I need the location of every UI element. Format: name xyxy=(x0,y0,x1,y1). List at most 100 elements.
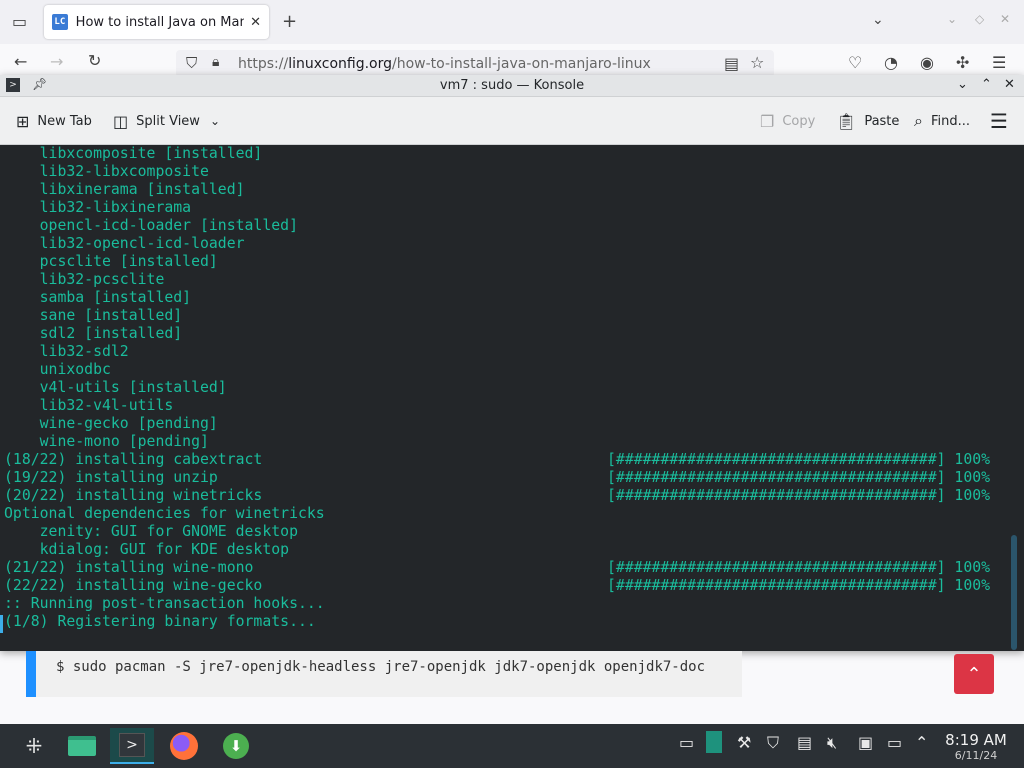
reload-icon[interactable]: ↻ xyxy=(88,51,101,70)
konsole-toolbar: ⊞ New Tab ◫ Split View ⌄ ❐ Copy 📋︎ Paste… xyxy=(0,97,1024,145)
list-all-tabs-icon[interactable]: ⌄ xyxy=(872,12,884,28)
app-launcher-icon[interactable]: ⁜ xyxy=(12,728,56,764)
terminal-line-text: (19/22) installing unzip xyxy=(4,469,218,486)
terminal-line-text: lib32-sdl2 xyxy=(4,343,129,360)
terminal-line: (21/22) installing wine-mono [###########… xyxy=(4,559,1010,577)
close-icon[interactable]: ✕ xyxy=(1004,77,1015,92)
reader-view-icon[interactable]: ▤ xyxy=(724,54,739,73)
url-text[interactable]: https://linuxconfig.org/how-to-install-j… xyxy=(238,56,651,72)
tab-list-icon[interactable]: ▭ xyxy=(12,12,27,31)
search-icon: ⌕ xyxy=(914,111,923,130)
terminal-line-text: Optional dependencies for winetricks xyxy=(4,505,325,522)
terminal-line: (22/22) installing wine-gecko [##########… xyxy=(4,577,1010,595)
close-tab-icon[interactable]: ✕ xyxy=(250,15,261,30)
file-manager-icon[interactable] xyxy=(60,728,104,764)
clipboard-icon[interactable]: ▤ xyxy=(797,733,812,752)
terminal-line-text: lib32-opencl-icd-loader xyxy=(4,235,245,252)
terminal-line-text: lib32-libxinerama xyxy=(4,199,192,216)
new-tab-icon[interactable]: + xyxy=(282,11,297,32)
terminal-line: unixodbc xyxy=(4,361,1010,379)
terminal-line: libxcomposite [installed] xyxy=(4,145,1010,163)
terminal-line-text: samba [installed] xyxy=(4,289,192,306)
terminal-line-text: sdl2 [installed] xyxy=(4,325,183,342)
code-snippet[interactable]: $ sudo pacman -S jre7-openjdk-headless j… xyxy=(56,659,744,675)
terminal-line-text: wine-gecko [pending] xyxy=(4,415,218,432)
clock-time[interactable]: 8:19 AM xyxy=(941,731,1011,749)
terminal-line-text: unixodbc xyxy=(4,361,111,378)
extensions-icon[interactable]: ✣ xyxy=(956,53,969,72)
maximize-icon[interactable]: ⌃ xyxy=(981,77,992,92)
scroll-to-top-button[interactable]: ⌃ xyxy=(954,654,994,694)
find-button[interactable]: ⌕ Find... xyxy=(914,97,970,145)
progress-bar-text: [####################################] 1… xyxy=(607,451,991,468)
terminal-line-text: pcsclite [installed] xyxy=(4,253,218,270)
terminal-marker xyxy=(0,615,3,633)
pocket-icon[interactable]: ♡ xyxy=(848,53,862,72)
paste-icon: 📋︎ xyxy=(836,111,857,131)
terminal-line: lib32-opencl-icd-loader xyxy=(4,235,1010,253)
disk-icon[interactable]: ▣ xyxy=(858,733,873,752)
new-tab-button[interactable]: ⊞ New Tab xyxy=(16,97,92,145)
terminal-line-text: (20/22) installing winetricks xyxy=(4,487,263,504)
terminal-line: wine-gecko [pending] xyxy=(4,415,1010,433)
close-window-icon[interactable]: ✕ xyxy=(1000,12,1010,26)
konsole-task-icon[interactable]: > xyxy=(110,728,154,764)
network-icon[interactable]: ⚒ xyxy=(737,733,751,752)
hamburger-menu-button[interactable]: ☰ xyxy=(990,97,1008,145)
maximize-icon[interactable]: ◇ xyxy=(975,12,984,26)
split-view-icon: ◫ xyxy=(113,111,129,131)
minimize-icon[interactable]: ⌄ xyxy=(947,12,957,26)
volume-muted-icon[interactable]: 🔇︎ xyxy=(827,733,837,753)
terminal-line-text: (22/22) installing wine-gecko xyxy=(4,577,263,594)
terminal-line: lib32-libxcomposite xyxy=(4,163,1010,181)
tray-expand-icon[interactable]: ⌃ xyxy=(915,733,928,752)
account-icon[interactable]: ◉ xyxy=(920,53,934,72)
copy-button[interactable]: ❐ Copy xyxy=(760,97,815,145)
clock-date[interactable]: 6/11/24 xyxy=(941,749,1011,762)
konsole-window: > 📌︎ vm7 : sudo — Konsole ⌄ ⌃ ✕ ⊞ New Ta… xyxy=(0,75,1024,651)
terminal-line: (19/22) installing unzip [###############… xyxy=(4,469,1010,487)
download-icon[interactable]: ⬇ xyxy=(214,728,258,764)
browser-tab-bar: ▭ LC How to install Java on Manjaro ✕ + … xyxy=(0,0,1024,44)
terminal-line: libxinerama [installed] xyxy=(4,181,1010,199)
window-title: vm7 : sudo — Konsole xyxy=(439,78,585,93)
copy-icon: ❐ xyxy=(760,111,775,131)
security-shield-icon[interactable]: ⛉ xyxy=(767,733,779,753)
notes-icon[interactable]: ▭ xyxy=(679,733,694,752)
terminal-output[interactable]: libxcomposite [installed] lib32-libxcomp… xyxy=(0,145,1024,651)
terminal-line-text: (21/22) installing wine-mono xyxy=(4,559,254,576)
lock-icon[interactable]: 🔒︎ xyxy=(212,54,219,70)
terminal-line-text: lib32-libxcomposite xyxy=(4,163,209,180)
progress-bar-text: [####################################] 1… xyxy=(607,577,991,594)
progress-bar-text: [####################################] 1… xyxy=(607,469,991,486)
pager-icon[interactable] xyxy=(706,731,722,757)
konsole-titlebar: > 📌︎ vm7 : sudo — Konsole ⌄ ⌃ ✕ xyxy=(0,75,1024,97)
chevron-up-icon: ⌃ xyxy=(966,663,982,685)
sync-icon[interactable]: ◔ xyxy=(884,53,898,72)
browser-tab[interactable]: LC How to install Java on Manjaro ✕ xyxy=(44,5,269,39)
terminal-line-text: (1/8) Registering binary formats... xyxy=(4,613,316,630)
terminal-line: pcsclite [installed] xyxy=(4,253,1010,271)
site-favicon-icon: LC xyxy=(52,14,68,30)
terminal-line-text: libxcomposite [installed] xyxy=(4,145,263,162)
progress-bar-text: [####################################] 1… xyxy=(607,487,991,504)
forward-icon[interactable]: → xyxy=(50,52,63,71)
terminal-line: wine-mono [pending] xyxy=(4,433,1010,451)
paste-button[interactable]: 📋︎ Paste xyxy=(836,97,899,145)
terminal-line-text: v4l-utils [installed] xyxy=(4,379,227,396)
back-icon[interactable]: ← xyxy=(14,52,27,71)
display-icon[interactable]: ▭ xyxy=(887,733,902,752)
bookmark-star-icon[interactable]: ☆ xyxy=(750,53,764,72)
shield-icon[interactable]: ⛉ xyxy=(186,54,197,72)
firefox-icon[interactable] xyxy=(162,728,206,764)
terminal-line: lib32-libxinerama xyxy=(4,199,1010,217)
terminal-line: zenity: GUI for GNOME desktop xyxy=(4,523,1010,541)
terminal-line: opencl-icd-loader [installed] xyxy=(4,217,1010,235)
new-tab-icon: ⊞ xyxy=(16,111,30,131)
terminal-line: samba [installed] xyxy=(4,289,1010,307)
scrollbar-thumb[interactable] xyxy=(1011,535,1017,650)
minimize-icon[interactable]: ⌄ xyxy=(957,77,968,92)
split-view-button[interactable]: ◫ Split View ⌄ xyxy=(113,97,220,145)
menu-icon[interactable]: ☰ xyxy=(992,53,1006,72)
terminal-line: sdl2 [installed] xyxy=(4,325,1010,343)
